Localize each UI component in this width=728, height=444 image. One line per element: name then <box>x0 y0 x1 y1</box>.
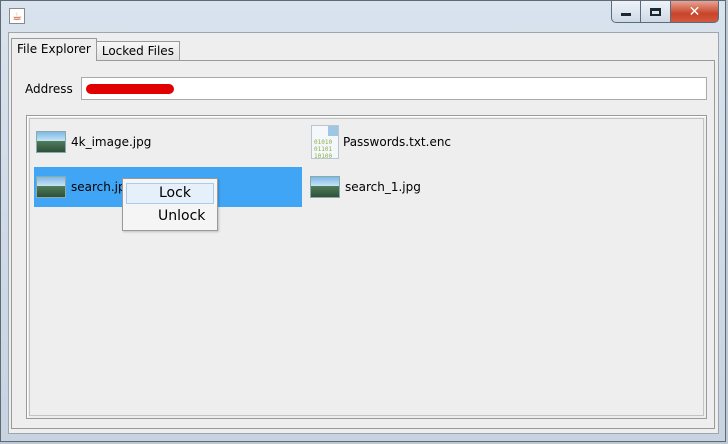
image-icon <box>36 131 66 153</box>
title-bar[interactable]: ☕ ✕ <box>1 1 725 31</box>
image-icon <box>310 176 340 198</box>
file-item-4k-image[interactable]: 4k_image.jpg <box>34 122 302 162</box>
close-button[interactable]: ✕ <box>671 1 719 23</box>
file-name: search_1.jpg <box>345 180 421 194</box>
file-explorer-panel: Address 4k_image.jpg 01010 01101 10100 P… <box>11 60 715 429</box>
java-cup-icon[interactable]: ☕ <box>9 8 25 24</box>
minimize-icon <box>621 13 631 16</box>
file-item-search-1-jpg[interactable]: search_1.jpg <box>308 167 576 207</box>
maximize-button[interactable] <box>641 1 671 23</box>
file-list-inner: 4k_image.jpg 01010 01101 10100 Passwords.t… <box>29 118 704 416</box>
client-area: File Explorer Locked Files Address 4k_im… <box>8 32 719 434</box>
menu-item-unlock[interactable]: Unlock <box>126 206 214 227</box>
file-name: Passwords.txt.enc <box>343 135 452 149</box>
image-icon <box>36 176 66 198</box>
app-window: ☕ ✕ File Explorer Locked Files Address 4… <box>0 0 726 442</box>
tab-bar: File Explorer Locked Files <box>11 38 180 61</box>
file-list-area[interactable]: 4k_image.jpg 01010 01101 10100 Passwords.t… <box>26 115 707 419</box>
address-input[interactable] <box>81 77 707 100</box>
file-item-passwords-enc[interactable]: 01010 01101 10100 Passwords.txt.enc <box>308 122 576 162</box>
file-name: 4k_image.jpg <box>71 135 152 149</box>
address-label: Address <box>25 82 73 96</box>
tab-locked-files[interactable]: Locked Files <box>95 41 180 61</box>
redacted-address-value <box>86 84 174 94</box>
context-menu: Lock Unlock <box>122 178 218 231</box>
window-controls: ✕ <box>611 1 719 23</box>
tab-file-explorer[interactable]: File Explorer <box>11 38 97 61</box>
menu-item-lock[interactable]: Lock <box>126 183 214 204</box>
minimize-button[interactable] <box>611 1 641 23</box>
maximize-icon <box>650 7 661 16</box>
close-icon: ✕ <box>688 3 701 20</box>
encrypted-file-icon: 01010 01101 10100 <box>311 125 339 160</box>
